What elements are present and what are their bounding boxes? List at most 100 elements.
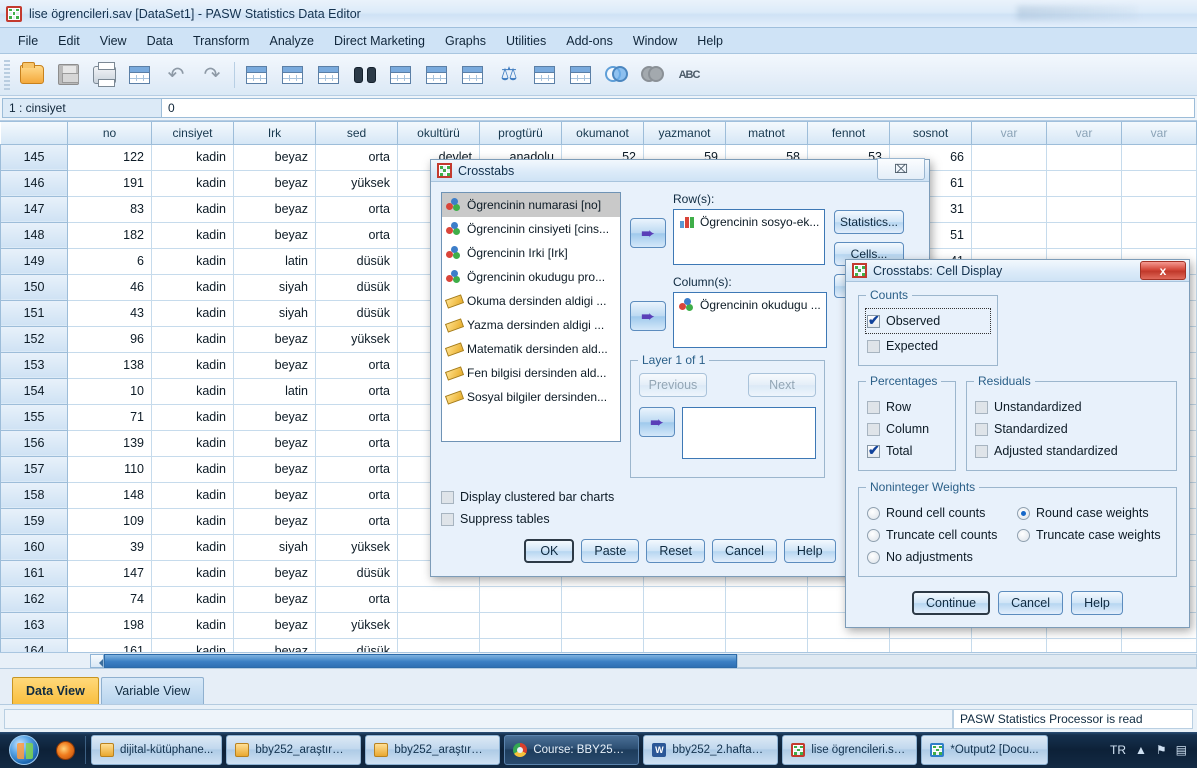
grid-cell-no[interactable]: 110	[67, 456, 152, 483]
menu-view[interactable]: View	[90, 31, 137, 51]
split-file-icon[interactable]	[456, 58, 490, 92]
language-indicator[interactable]: TR	[1110, 743, 1126, 757]
no-adjustments-radio[interactable]: No adjustments	[867, 546, 1017, 568]
variable-list-item[interactable]: Yazma dersinden aldigi ...	[442, 313, 620, 337]
use-variable-sets-icon[interactable]	[600, 58, 634, 92]
grid-cell-mat[interactable]	[725, 586, 808, 613]
grid-cell-cinsiyet[interactable]: kadin	[151, 482, 234, 509]
print-icon[interactable]	[87, 58, 121, 92]
grid-cell-mat[interactable]	[725, 612, 808, 639]
grid-cell-empty[interactable]	[1121, 144, 1197, 171]
grid-cell-empty[interactable]	[1121, 196, 1197, 223]
cell-display-title-bar[interactable]: Crosstabs: Cell Display x	[846, 260, 1189, 282]
menu-data[interactable]: Data	[137, 31, 183, 51]
scrollbar-thumb[interactable]	[104, 653, 737, 668]
variable-list-item[interactable]: Okuma dersinden aldigi ...	[442, 289, 620, 313]
unstandardized-checkbox[interactable]: Unstandardized	[975, 396, 1168, 418]
undo-icon[interactable]: ↶	[159, 58, 193, 92]
grid-cell-cinsiyet[interactable]: kadin	[151, 222, 234, 249]
grid-cell-sed[interactable]: yüksek	[315, 326, 398, 353]
grid-cell-sed[interactable]: yüksek	[315, 534, 398, 561]
grid-cell-no[interactable]: 43	[67, 300, 152, 327]
row-number-cell[interactable]: 148	[0, 221, 68, 249]
menu-analyze[interactable]: Analyze	[259, 31, 323, 51]
row-number-cell[interactable]: 155	[0, 403, 68, 431]
grid-cell-cinsiyet[interactable]: kadin	[151, 430, 234, 457]
grid-cell-sed[interactable]: yüksek	[315, 170, 398, 197]
grid-cell-no[interactable]: 46	[67, 274, 152, 301]
grid-cell-empty[interactable]	[971, 196, 1047, 223]
columns-field-box[interactable]: Ögrencinin okudugu ...	[673, 292, 827, 348]
taskbar-item[interactable]: lise ögrencileri.sa...	[782, 735, 918, 765]
grid-cell-empty[interactable]	[1046, 144, 1122, 171]
taskbar-item[interactable]: dijital-kütüphane...	[91, 735, 223, 765]
spell-check-icon[interactable]: ABC	[672, 58, 706, 92]
grid-cell-no[interactable]: 182	[67, 222, 152, 249]
toolbar-grip[interactable]	[4, 59, 10, 90]
grid-cell-no[interactable]: 10	[67, 378, 152, 405]
grid-cell-cinsiyet[interactable]: kadin	[151, 352, 234, 379]
row-percent-checkbox[interactable]: Row	[867, 396, 947, 418]
row-number-cell[interactable]: 162	[0, 585, 68, 613]
grid-cell-sed[interactable]: düsük	[315, 274, 398, 301]
menu-direct-marketing[interactable]: Direct Marketing	[324, 31, 435, 51]
column-percent-checkbox[interactable]: Column	[867, 418, 947, 440]
grid-cell-irk[interactable]: siyah	[233, 274, 316, 301]
grid-cell-okuman[interactable]	[561, 612, 644, 639]
grid-cell-empty[interactable]	[971, 222, 1047, 249]
column-header-sosnot[interactable]: sosnot	[889, 122, 972, 145]
grid-cell-okul[interactable]	[397, 586, 480, 613]
grid-cell-empty[interactable]	[1046, 196, 1122, 223]
row-number-cell[interactable]: 160	[0, 533, 68, 561]
grid-cell-irk[interactable]: beyaz	[233, 170, 316, 197]
rows-field-box[interactable]: Ögrencinin sosyo-ek...	[673, 209, 826, 265]
crosstabs-title-bar[interactable]: Crosstabs ⌧	[431, 158, 929, 182]
taskbar-item[interactable]: bby252_araştırma...	[226, 735, 362, 765]
redo-icon[interactable]: ↷	[195, 58, 229, 92]
grid-cell-sed[interactable]: orta	[315, 508, 398, 535]
column-header-okumanot[interactable]: okumanot	[561, 122, 644, 145]
grid-cell-irk[interactable]: beyaz	[233, 612, 316, 639]
grid-cell-cinsiyet[interactable]: kadin	[151, 534, 234, 561]
grid-cell-irk[interactable]: beyaz	[233, 326, 316, 353]
grid-cell-irk[interactable]: beyaz	[233, 482, 316, 509]
statistics-button[interactable]: Statistics...	[834, 210, 904, 234]
round-case-weights-radio[interactable]: Round case weights	[1017, 502, 1168, 524]
variable-list-item[interactable]: Fen bilgisi dersinden ald...	[442, 361, 620, 385]
grid-cell-cinsiyet[interactable]: kadin	[151, 248, 234, 275]
grid-cell-no[interactable]: 122	[67, 144, 152, 171]
recall-dialogs-icon[interactable]	[123, 58, 157, 92]
show-all-variables-icon[interactable]	[636, 58, 670, 92]
grid-cell-sed[interactable]: orta	[315, 456, 398, 483]
grid-cell-cinsiyet[interactable]: kadin	[151, 300, 234, 327]
grid-cell-prog[interactable]	[479, 612, 562, 639]
grid-cell-irk[interactable]: beyaz	[233, 508, 316, 535]
row-number-cell[interactable]: 147	[0, 195, 68, 223]
grid-cell-no[interactable]: 96	[67, 326, 152, 353]
grid-cell-cinsiyet[interactable]: kadin	[151, 586, 234, 613]
grid-cell-sed[interactable]: orta	[315, 404, 398, 431]
grid-cell-cinsiyet[interactable]: kadin	[151, 404, 234, 431]
horizontal-scrollbar[interactable]	[0, 652, 1197, 668]
variable-list-item[interactable]: Ögrencinin Irki [Irk]	[442, 241, 620, 265]
grid-cell-irk[interactable]: beyaz	[233, 222, 316, 249]
total-percent-checkbox[interactable]: Total	[867, 440, 947, 462]
scrollbar-track[interactable]	[737, 653, 1197, 668]
grid-cell-irk[interactable]: latin	[233, 378, 316, 405]
grid-cell-no[interactable]: 83	[67, 196, 152, 223]
rows-field-item[interactable]: Ögrencinin sosyo-ek...	[674, 210, 824, 234]
column-header-sed[interactable]: sed	[315, 122, 398, 145]
round-cell-counts-radio[interactable]: Round cell counts	[867, 502, 1017, 524]
row-number-cell[interactable]: 151	[0, 299, 68, 327]
grid-cell-no[interactable]: 138	[67, 352, 152, 379]
row-number-cell[interactable]: 150	[0, 273, 68, 301]
cell-reference-label[interactable]: 1 : cinsiyet	[2, 98, 162, 118]
cell-value-input[interactable]: 0	[162, 98, 1195, 118]
observed-checkbox[interactable]: Observed	[865, 308, 991, 334]
help-button[interactable]: Help	[1070, 591, 1123, 615]
grid-cell-cinsiyet[interactable]: kadin	[151, 196, 234, 223]
ok-button[interactable]: OK	[524, 539, 575, 563]
column-header-no[interactable]: no	[67, 122, 152, 145]
goto-case-icon[interactable]	[240, 58, 274, 92]
grid-cell-sed[interactable]: orta	[315, 352, 398, 379]
